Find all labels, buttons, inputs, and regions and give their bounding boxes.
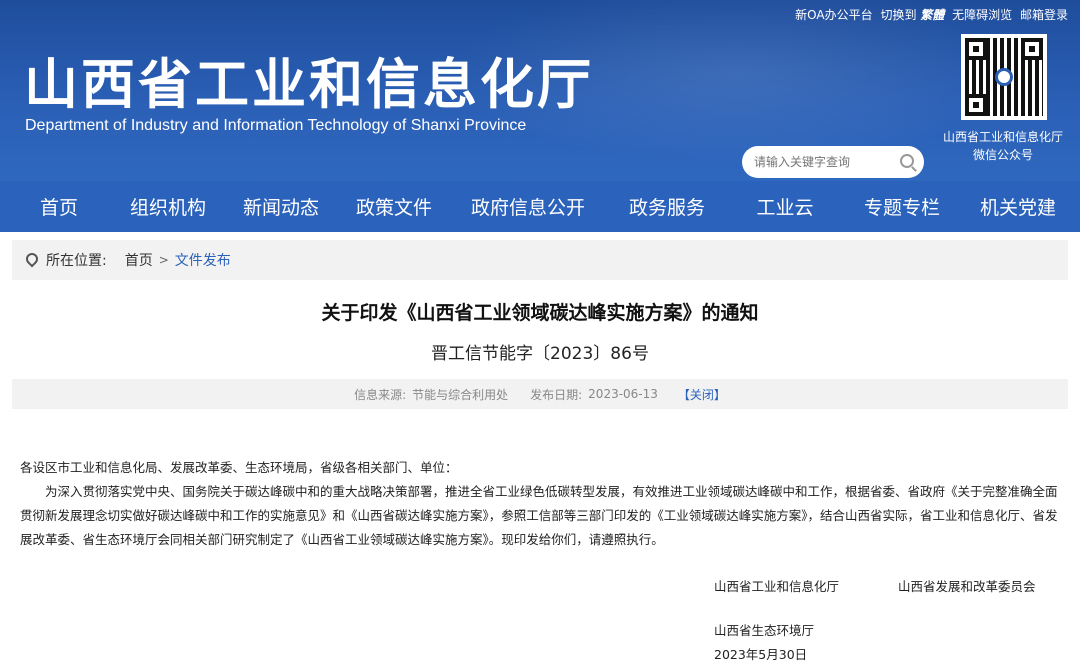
qr-caption-account: 微信公众号	[972, 148, 1033, 162]
body-paragraph: 为深入贯彻落实党中央、国务院关于碳达峰碳中和的重大战略决策部署，推进全省工业绿色…	[20, 484, 1058, 547]
wechat-qr-code	[961, 34, 1047, 120]
nav-item-news[interactable]: 新闻动态	[218, 193, 344, 220]
mail-login-link[interactable]: 邮箱登录	[1020, 8, 1068, 22]
wechat-logo-icon	[995, 68, 1013, 86]
breadcrumb-separator: >	[158, 253, 169, 267]
breadcrumb-home-link[interactable]: 首页	[125, 250, 153, 270]
signature-date: 2023年5月30日	[714, 647, 808, 662]
nav-item-organization[interactable]: 组织机构	[118, 193, 218, 220]
site-subtitle: Department of Industry and Information T…	[25, 117, 527, 134]
nav-item-gov-info[interactable]: 政府信息公开	[444, 193, 612, 220]
traditional-chinese-link[interactable]: 繁體	[920, 8, 944, 22]
qr-caption-org: 山西省工业和信息化厅	[942, 130, 1063, 144]
signatory-org-2: 山西省发展和改革委员会	[898, 579, 1036, 594]
qr-caption: 山西省工业和信息化厅 微信公众号	[928, 128, 1078, 164]
switch-label: 切换到	[880, 8, 917, 22]
publish-date: 2023-06-13	[588, 387, 658, 401]
nav-item-policy[interactable]: 政策文件	[344, 193, 444, 220]
nav-item-topics[interactable]: 专题专栏	[848, 193, 956, 220]
nav-item-services[interactable]: 政务服务	[612, 193, 722, 220]
salutation: 各设区市工业和信息化局、发展改革委、生态环境局，省级各相关部门、单位：	[20, 460, 458, 475]
breadcrumb: 所在位置: 首页 > 文件发布	[12, 240, 1068, 280]
signatory-org-3: 山西省生态环境厅	[714, 623, 815, 638]
article-meta: 信息来源: 节能与综合利用处 发布日期: 2023-06-13 【关闭】	[12, 379, 1068, 409]
nav-item-home[interactable]: 首页	[0, 193, 118, 220]
accessibility-link[interactable]: 无障碍浏览	[952, 8, 1012, 22]
site-header: 新OA办公平台 切换到 繁體 无障碍浏览 邮箱登录 山西省工业和信息化厅 Dep…	[0, 0, 1080, 181]
location-pin-icon	[26, 253, 38, 268]
nav-item-industry-cloud[interactable]: 工业云	[722, 193, 848, 220]
search-box	[742, 146, 924, 178]
main-nav: 首页 组织机构 新闻动态 政策文件 政府信息公开 政务服务 工业云 专题专栏 机…	[0, 181, 1080, 232]
close-link[interactable]: 【关闭】	[678, 386, 726, 403]
nav-item-party[interactable]: 机关党建	[956, 193, 1080, 220]
search-icon[interactable]	[900, 154, 914, 168]
article-body: 各设区市工业和信息化局、发展改革委、生态环境局，省级各相关部门、单位： 为深入贯…	[20, 456, 1060, 552]
source-label: 信息来源:	[354, 387, 407, 402]
breadcrumb-label: 所在位置:	[46, 253, 107, 269]
article-title: 关于印发《山西省工业领域碳达峰实施方案》的通知	[321, 302, 759, 324]
oa-link[interactable]: 新OA办公平台	[795, 8, 872, 22]
site-title[interactable]: 山西省工业和信息化厅	[24, 40, 594, 119]
top-links-bar: 新OA办公平台 切换到 繁體 无障碍浏览 邮箱登录	[791, 6, 1068, 23]
date-label: 发布日期:	[530, 387, 583, 402]
source-value: 节能与综合利用处	[412, 387, 509, 402]
signatory-org-1: 山西省工业和信息化厅	[714, 579, 840, 594]
document-number: 晋工信节能字〔2023〕86号	[431, 344, 649, 364]
search-input[interactable]	[754, 153, 894, 171]
breadcrumb-current-link[interactable]: 文件发布	[175, 250, 231, 270]
